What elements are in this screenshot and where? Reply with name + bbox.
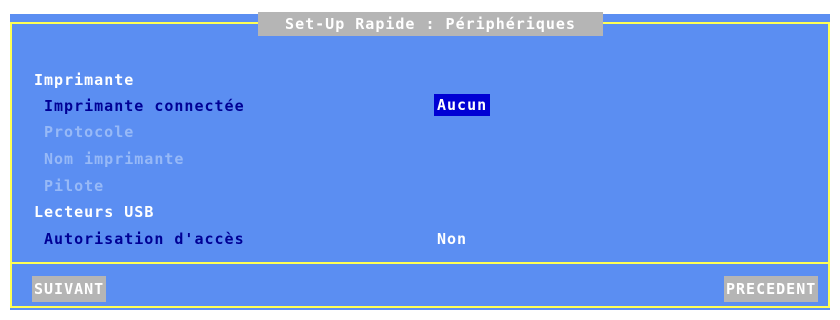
section-heading-printer: Imprimante: [34, 71, 135, 89]
frame-separator: [10, 262, 830, 264]
printer-name-label: Nom imprimante: [44, 150, 185, 168]
frame-border-left: [10, 22, 12, 308]
section-heading-usb: Lecteurs USB: [34, 203, 155, 221]
frame-border-top-right: [603, 22, 830, 24]
driver-label: Pilote: [44, 177, 105, 195]
window-title: Set-Up Rapide : Périphériques: [258, 12, 603, 36]
usb-access-value[interactable]: Non: [437, 229, 467, 249]
frame-border-right: [828, 22, 830, 308]
printer-connected-value[interactable]: Aucun: [434, 94, 491, 116]
printer-connected-label[interactable]: Imprimante connectée: [44, 96, 245, 116]
protocol-label: Protocole: [44, 123, 135, 141]
frame-border-top-left: [10, 22, 258, 24]
previous-button[interactable]: PRECEDENT: [724, 276, 819, 302]
next-button[interactable]: SUIVANT: [32, 276, 107, 302]
frame-border-bottom: [10, 306, 830, 308]
usb-access-label[interactable]: Autorisation d'accès: [44, 229, 245, 249]
